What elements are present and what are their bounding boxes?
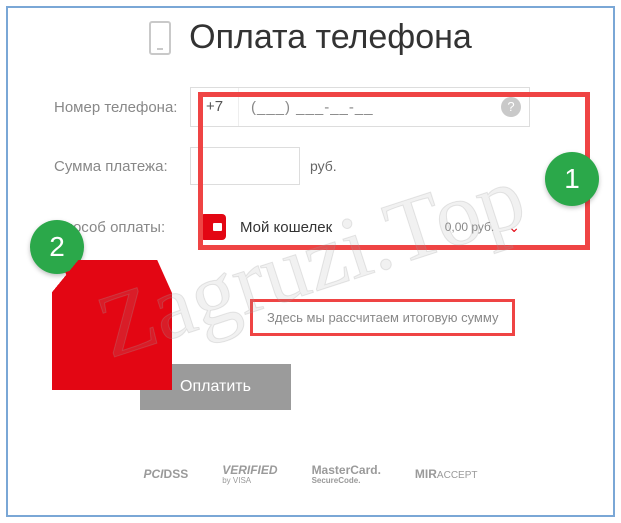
logo-visa-sub: by VISA: [222, 477, 277, 485]
logo-mc-sub: SecureCode.: [312, 477, 381, 485]
wallet-icon: [200, 214, 226, 240]
payment-page: Оплата телефона Номер телефона: +7 (___)…: [0, 0, 621, 523]
security-logos: PCIDSS VERIFIED by VISA MasterCard. Secu…: [30, 464, 591, 485]
phone-input[interactable]: +7 (___) ___-__-__ ?: [190, 87, 530, 127]
label-amount: Сумма платежа:: [30, 158, 190, 175]
label-phone: Номер телефона:: [30, 99, 190, 116]
currency-label: руб.: [310, 158, 337, 174]
annotation-badge-2: 2: [30, 220, 84, 274]
row-method: Способ оплаты: Мой кошелек 0,00 руб. ⌄: [30, 205, 591, 249]
row-amount: Сумма платежа: руб.: [30, 147, 591, 185]
logo-pci: PCIDSS: [144, 468, 189, 481]
logo-mastercard-securecode: MasterCard. SecureCode.: [312, 464, 381, 485]
logo-mir-main: MIR: [415, 467, 437, 481]
annotation-badge-1: 1: [545, 152, 599, 206]
logo-pci-sub: DSS: [164, 467, 189, 481]
logo-mc-top: MasterCard.: [312, 463, 381, 477]
summary-placeholder: Здесь мы рассчитаем итоговую сумму: [250, 299, 515, 336]
wallet-balance: 0,00 руб.: [445, 220, 495, 234]
help-icon[interactable]: ?: [501, 97, 521, 117]
logo-verified-visa: VERIFIED by VISA: [222, 464, 277, 485]
phone-prefix: +7: [191, 88, 239, 126]
wallet-name: Мой кошелек: [240, 219, 445, 236]
page-title: Оплата телефона: [189, 18, 472, 57]
phone-mask: (___) ___-__-__: [239, 99, 501, 116]
chevron-down-icon: ⌄: [508, 219, 520, 236]
pay-button[interactable]: Оплатить: [140, 364, 291, 410]
amount-input[interactable]: [190, 147, 300, 185]
logo-pci-main: PCI: [144, 467, 164, 481]
payment-method-select[interactable]: Мой кошелек 0,00 руб. ⌄: [190, 205, 530, 249]
title-row: Оплата телефона: [30, 18, 591, 57]
phone-icon: [149, 21, 171, 55]
row-phone: Номер телефона: +7 (___) ___-__-__ ?: [30, 87, 591, 127]
logo-mir-accept: MIRACCEPT: [415, 468, 478, 482]
logo-mir-sub: ACCEPT: [437, 470, 478, 481]
summary-section: Здесь мы рассчитаем итоговую сумму Оплат…: [100, 279, 591, 440]
logo-visa-top: VERIFIED: [222, 463, 277, 477]
